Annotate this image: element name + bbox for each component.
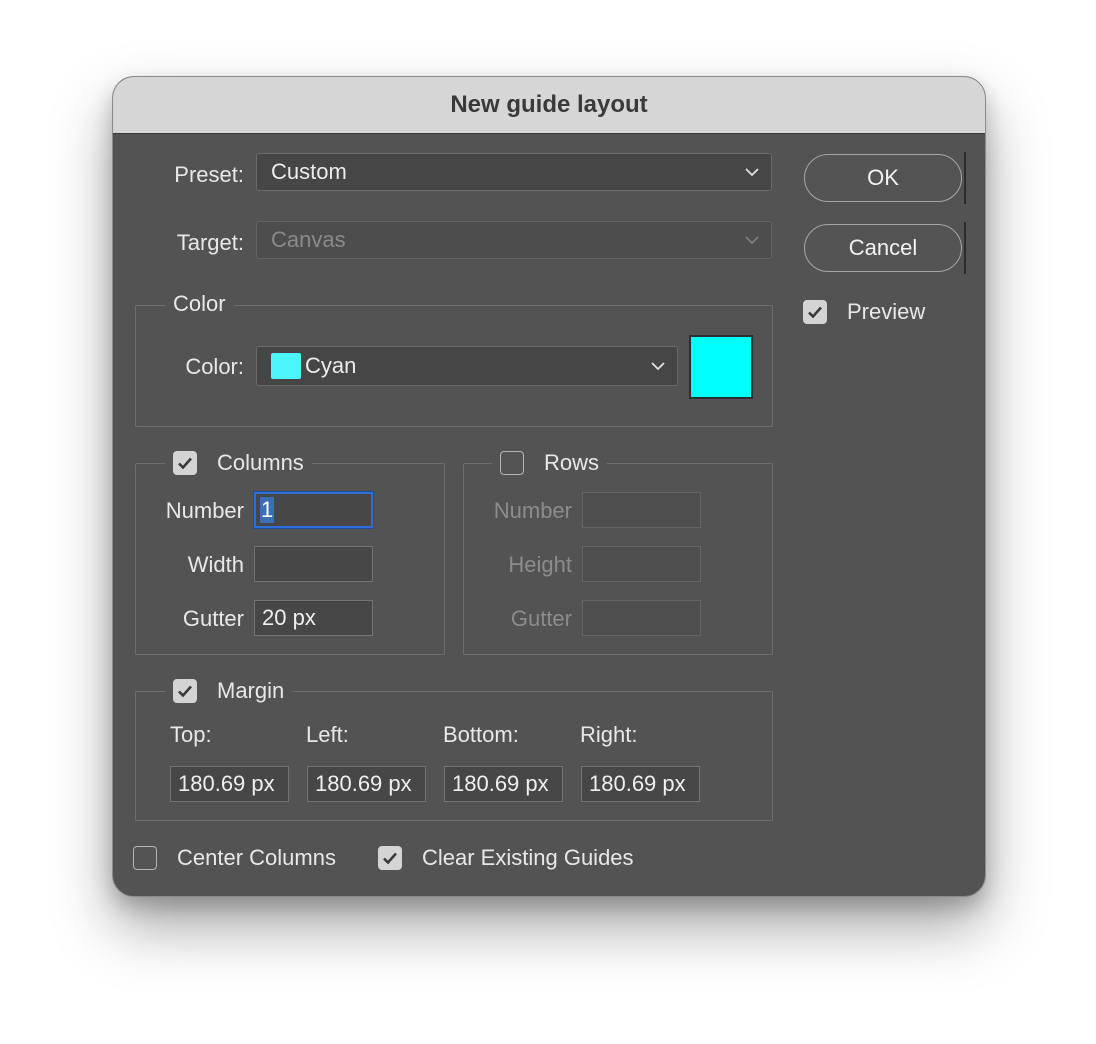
margin-label: Margin xyxy=(217,678,285,703)
preview-label: Preview xyxy=(847,299,926,324)
columns-checkbox[interactable] xyxy=(173,451,197,475)
checkmark-icon xyxy=(178,457,192,470)
clear-guides-checkbox[interactable] xyxy=(378,846,402,870)
checkmark-icon xyxy=(383,852,397,865)
ok-button-edge xyxy=(964,152,966,204)
rows-height-input[interactable] xyxy=(582,546,701,582)
new-guide-layout-dialog: New guide layout Preset: Custom Target: … xyxy=(112,76,986,897)
color-group-legend: Color xyxy=(165,290,234,318)
rows-group-legend: Rows xyxy=(492,449,608,477)
preview-checkbox[interactable] xyxy=(803,300,827,324)
margin-bottom-input[interactable]: 180.69 px xyxy=(444,766,563,802)
margin-top-input[interactable]: 180.69 px xyxy=(170,766,289,802)
ok-button[interactable]: OK xyxy=(804,154,962,202)
columns-gutter-input[interactable]: 20 px xyxy=(254,600,373,636)
dialog-titlebar: New guide layout xyxy=(113,77,985,134)
color-label: Color: xyxy=(185,354,244,379)
cancel-button[interactable]: Cancel xyxy=(804,224,962,272)
margin-top-label: Top: xyxy=(170,722,212,747)
margin-right-label: Right: xyxy=(580,722,638,747)
margin-right-input[interactable]: 180.69 px xyxy=(581,766,700,802)
dialog-title: New guide layout xyxy=(450,91,648,118)
margin-group-legend: Margin xyxy=(165,677,293,705)
clear-guides-label: Clear Existing Guides xyxy=(422,845,634,870)
color-value: Cyan xyxy=(305,353,357,378)
target-label: Target: xyxy=(176,230,244,255)
rows-gutter-label: Gutter xyxy=(510,606,572,631)
margin-checkbox[interactable] xyxy=(173,679,197,703)
color-select[interactable]: Cyan xyxy=(256,346,678,386)
columns-label: Columns xyxy=(217,450,304,475)
rows-gutter-input[interactable] xyxy=(582,600,701,636)
target-value: Canvas xyxy=(271,227,346,252)
chevron-down-icon xyxy=(739,162,765,182)
color-swatch-small xyxy=(271,353,301,379)
columns-number-input[interactable]: 1 xyxy=(254,492,373,528)
rows-number-label: Number xyxy=(493,498,572,523)
columns-number-label: Number xyxy=(165,498,244,523)
columns-gutter-label: Gutter xyxy=(182,606,244,631)
rows-checkbox[interactable] xyxy=(500,451,524,475)
preset-value: Custom xyxy=(271,159,347,184)
target-select[interactable]: Canvas xyxy=(256,221,772,259)
columns-width-input[interactable] xyxy=(254,546,373,582)
columns-number-value: 1 xyxy=(260,497,275,523)
margin-left-label: Left: xyxy=(306,722,349,747)
preset-select[interactable]: Custom xyxy=(256,153,772,191)
columns-group-legend: Columns xyxy=(165,449,312,477)
color-swatch-button[interactable] xyxy=(689,335,753,399)
center-columns-checkbox[interactable] xyxy=(133,846,157,870)
center-columns-label: Center Columns xyxy=(177,845,336,870)
cancel-button-edge xyxy=(964,222,966,274)
checkmark-icon xyxy=(808,306,822,319)
chevron-down-icon xyxy=(645,356,671,376)
checkmark-icon xyxy=(178,685,192,698)
preset-label: Preset: xyxy=(174,162,244,187)
chevron-down-icon xyxy=(739,230,765,250)
rows-height-label: Height xyxy=(508,552,572,577)
margin-bottom-label: Bottom: xyxy=(443,722,519,747)
rows-label: Rows xyxy=(544,450,600,475)
margin-left-input[interactable]: 180.69 px xyxy=(307,766,426,802)
rows-number-input[interactable] xyxy=(582,492,701,528)
columns-width-label: Width xyxy=(187,552,244,577)
